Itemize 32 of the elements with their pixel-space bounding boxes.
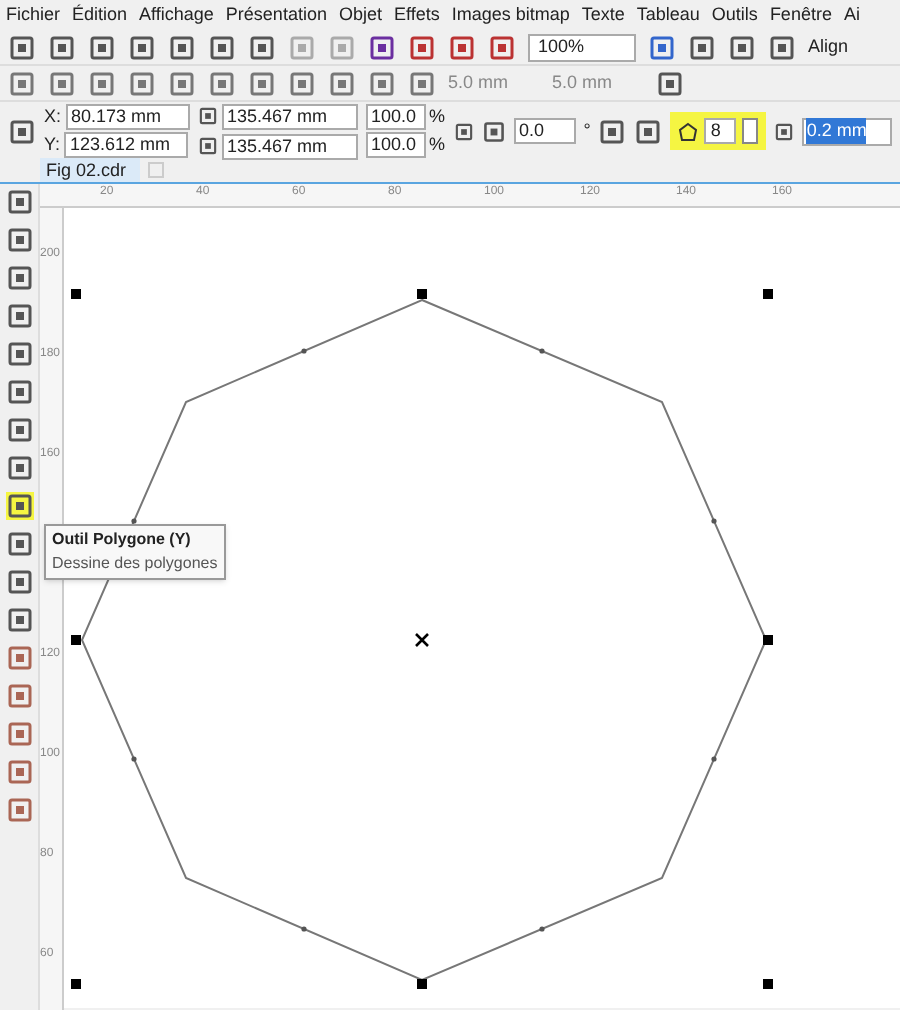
tooltip-description: Dessine des polygones xyxy=(52,552,218,576)
rotation-field[interactable]: 0.0 xyxy=(513,118,576,144)
y-field[interactable]: 123.612 mm xyxy=(64,132,189,159)
tooltip-title: Outil Polygone (Y) xyxy=(52,528,193,552)
scale-y-field[interactable]: 100.0 xyxy=(365,132,426,159)
x-label: X: xyxy=(44,103,62,129)
sides-control[interactable]: 8 xyxy=(670,112,767,150)
scale-x-field[interactable]: 100.0 xyxy=(365,103,426,130)
menu-item[interactable]: Affichage xyxy=(139,1,214,29)
percent-label: % xyxy=(429,103,446,129)
x-field[interactable]: 80.173 mm xyxy=(65,103,190,130)
zoom-field[interactable]: 100% xyxy=(528,33,636,61)
y-label: Y: xyxy=(44,132,61,158)
menu-item[interactable]: Tableau xyxy=(636,1,700,29)
menu-item[interactable]: Images bitmap xyxy=(451,1,570,29)
menu-item[interactable]: Édition xyxy=(72,1,128,29)
menu-item[interactable]: Texte xyxy=(581,1,625,29)
menu-item[interactable]: Fichier xyxy=(6,1,61,29)
degree-label: ° xyxy=(583,117,591,144)
menu-item[interactable]: Fenêtre xyxy=(769,1,832,29)
height-field[interactable]: 135.467 mm xyxy=(221,133,358,159)
outline-field[interactable]: 0.2 mm xyxy=(802,117,892,145)
menu-item[interactable]: Objet xyxy=(338,1,382,29)
width-field[interactable]: 135.467 mm xyxy=(221,103,358,129)
percent-label: % xyxy=(429,132,446,158)
sides-field[interactable]: 8 xyxy=(704,118,737,144)
align-label[interactable]: Align xyxy=(808,33,849,61)
menu-item[interactable]: Outils xyxy=(711,1,758,29)
menu-item[interactable]: Ai xyxy=(843,1,860,29)
document-tab[interactable]: Fig 02.cdr xyxy=(40,158,140,182)
menu-item[interactable]: Effets xyxy=(393,1,440,29)
menu-item[interactable]: Présentation xyxy=(225,1,327,29)
